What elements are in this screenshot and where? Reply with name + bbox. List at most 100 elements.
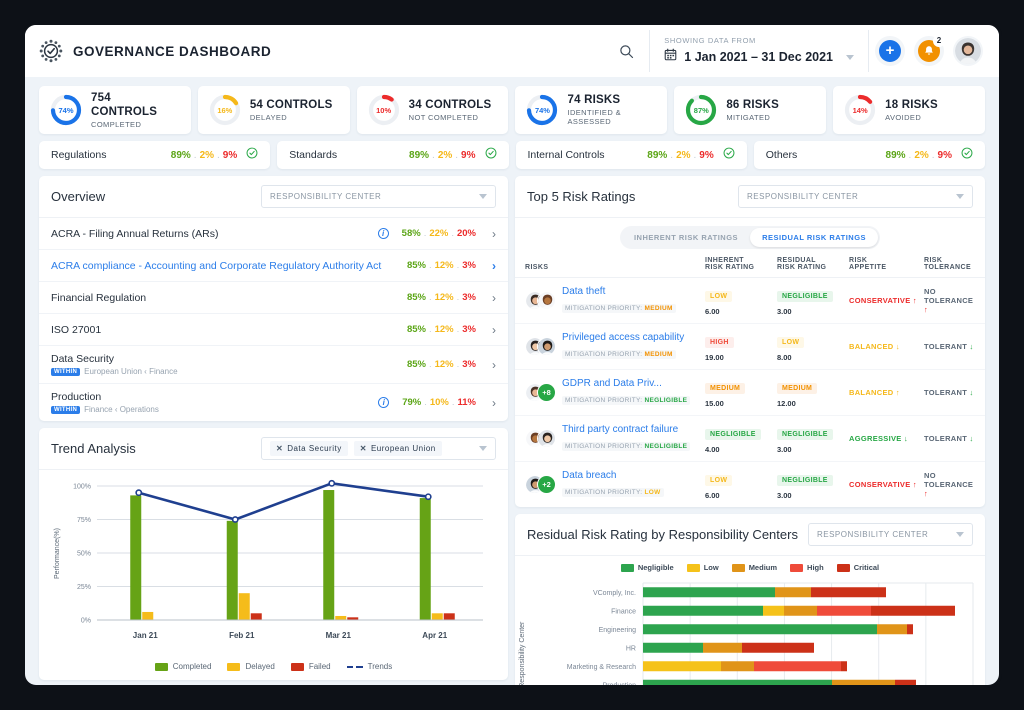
risk-select-value: RESPONSIBILITY CENTER: [747, 192, 950, 201]
date-range-picker[interactable]: SHOWING DATA FROM 1 Jan 2021: [649, 30, 869, 72]
residual-risk-rating: MEDIUM12.00: [777, 377, 849, 408]
compliance-green: 89%: [886, 150, 906, 161]
overview-row-values: 58%.22%.20%: [402, 228, 476, 239]
chevron-down-icon: [956, 194, 964, 199]
y-tick: 50%: [77, 551, 91, 558]
header-actions: + 2: [875, 36, 995, 66]
close-icon[interactable]: ✕: [276, 444, 283, 453]
search-icon[interactable]: [609, 34, 643, 68]
legend-item: Medium: [732, 563, 777, 572]
risk-table-row[interactable]: +2Data breachMITIGATION PRIORITY: LOWLOW…: [515, 462, 985, 507]
chevron-right-icon[interactable]: ›: [492, 227, 496, 241]
kpi-card[interactable]: 87%86 RISKSMITIGATED: [674, 86, 826, 134]
overview-row-values: 85%.12%.3%: [407, 359, 476, 370]
compliance-name: Regulations: [51, 149, 171, 161]
check-circle-icon: [961, 146, 973, 164]
kpi-card[interactable]: 74%74 RISKSIDENTIFIED & ASSESSED: [515, 86, 667, 134]
legend-swatch: [621, 564, 634, 572]
overview-row-path: WITHINEuropean Union ‹ Finance: [51, 367, 399, 376]
risk-responsibility-center-select[interactable]: RESPONSIBILITY CENTER: [738, 185, 973, 208]
compliance-amber: 2%: [676, 150, 690, 161]
check-circle-icon: [246, 146, 258, 164]
trend-filter-select[interactable]: ✕Data Security ✕European Union: [261, 437, 496, 460]
compliance-card[interactable]: Internal Controls89%.2%.9%: [516, 141, 747, 169]
info-icon[interactable]: i: [378, 397, 389, 408]
compliance-card[interactable]: Others89%.2%.9%: [754, 141, 985, 169]
overview-row[interactable]: ProductionWITHINFinance ‹ Operationsi79%…: [39, 384, 508, 421]
info-icon[interactable]: i: [378, 228, 389, 239]
legend-label: Trends: [368, 662, 393, 671]
avatar-overflow-count[interactable]: +2: [537, 475, 556, 494]
residual-responsibility-center-select[interactable]: RESPONSIBILITY CENTER: [808, 523, 973, 546]
residual-chart: Responsibility CenterVComply, Inc.Financ…: [515, 577, 985, 688]
avatar: [537, 429, 556, 448]
overview-row-path: WITHINFinance ‹ Operations: [51, 405, 370, 414]
chevron-down-icon[interactable]: [846, 55, 854, 60]
compliance-amber: 2%: [438, 150, 452, 161]
overview-row[interactable]: Financial Regulation85%.12%.3%›: [39, 282, 508, 314]
trend-legend: CompletedDelayedFailedTrends: [39, 655, 508, 680]
user-avatar[interactable]: [953, 36, 983, 66]
chevron-right-icon[interactable]: ›: [492, 259, 496, 273]
mitigation-priority: MITIGATION PRIORITY: MEDIUM: [562, 304, 676, 313]
residual-bar-segment: [643, 680, 832, 688]
category-label: Marketing & Research: [567, 664, 636, 671]
overview-row-values: 85%.12%.3%: [407, 324, 476, 335]
overview-responsibility-center-select[interactable]: RESPONSIBILITY CENTER: [261, 185, 496, 208]
risk-table-row[interactable]: Privileged access capabilityMITIGATION P…: [515, 324, 985, 370]
risk-name[interactable]: Third party contract failure: [562, 424, 690, 435]
kpi-donut-chart: 10%: [368, 94, 400, 126]
risk-appetite: CONSERVATIVE ↑: [849, 480, 924, 489]
kpi-percent: 74%: [526, 94, 558, 126]
chevron-right-icon[interactable]: ›: [492, 291, 496, 305]
residual-bar-segment: [643, 624, 877, 634]
risk-rating-tab[interactable]: INHERENT RISK RATINGS: [622, 228, 750, 247]
col-appetite: RISKAPPETITE: [849, 257, 924, 271]
y-tick: 0%: [81, 618, 91, 625]
risk-rating-tab[interactable]: RESIDUAL RISK RATINGS: [750, 228, 878, 247]
legend-label: Low: [704, 563, 719, 572]
legend-swatch: [291, 663, 304, 671]
risk-name[interactable]: Data breach: [562, 470, 664, 481]
overview-row[interactable]: ISO 2700185%.12%.3%›: [39, 314, 508, 346]
compliance-card[interactable]: Standards89%.2%.9%: [277, 141, 508, 169]
trend-filter-chip[interactable]: ✕European Union: [354, 441, 442, 456]
kpi-card[interactable]: 16%54 CONTROLSDELAYED: [198, 86, 350, 134]
risk-table-row[interactable]: Third party contract failureMITIGATION P…: [515, 416, 985, 462]
avatar-overflow-count[interactable]: +8: [537, 383, 556, 402]
risk-name[interactable]: Privileged access capability: [562, 332, 684, 343]
kpi-donut-chart: 16%: [209, 94, 241, 126]
overview-row[interactable]: ACRA - Filing Annual Returns (ARs)i58%.2…: [39, 218, 508, 250]
overview-row[interactable]: ACRA compliance - Accounting and Corpora…: [39, 250, 508, 282]
kpi-card[interactable]: 10%34 CONTROLSNOT COMPLETED: [357, 86, 509, 134]
date-range-label: SHOWING DATA FROM: [664, 36, 854, 45]
chevron-right-icon[interactable]: ›: [492, 323, 496, 337]
risk-header: Top 5 Risk Ratings RESPONSIBILITY CENTER: [515, 176, 985, 218]
risk-table-row[interactable]: Data theftMITIGATION PRIORITY: MEDIUMLOW…: [515, 278, 985, 324]
risk-appetite: CONSERVATIVE ↑: [849, 296, 924, 305]
risk-name[interactable]: Data theft: [562, 286, 676, 297]
kpi-card[interactable]: 14%18 RISKSAVOIDED: [833, 86, 985, 134]
overview-row[interactable]: Data SecurityWITHINEuropean Union ‹ Fina…: [39, 346, 508, 384]
legend-item: Negligible: [621, 563, 674, 572]
close-icon[interactable]: ✕: [360, 444, 367, 453]
risk-name[interactable]: GDPR and Data Priv...: [562, 378, 690, 389]
trend-filter-chip[interactable]: ✕Data Security: [270, 441, 348, 456]
col-inherent: INHERENTRISK RATING: [705, 257, 777, 271]
risk-table-row[interactable]: +8GDPR and Data Priv...MITIGATION PRIORI…: [515, 370, 985, 416]
add-button[interactable]: +: [875, 36, 905, 66]
kpi-card[interactable]: 74%754 CONTROLSCOMPLETED: [39, 86, 191, 134]
compliance-card[interactable]: Regulations89%.2%.9%: [39, 141, 270, 169]
residual-bar-segment: [895, 680, 916, 688]
kpi-donut-chart: 74%: [526, 94, 558, 126]
category-label: Production: [603, 682, 637, 688]
legend-label: Negligible: [638, 563, 674, 572]
trend-bar: [444, 613, 455, 620]
category-label: VComply, Inc.: [593, 590, 636, 597]
legend-item: Critical: [837, 563, 879, 572]
page-title: GOVERNANCE DASHBOARD: [73, 44, 271, 59]
chevron-right-icon[interactable]: ›: [492, 396, 496, 410]
col-residual: RESIDUALRISK RATING: [777, 257, 849, 271]
notifications-button[interactable]: 2: [914, 36, 944, 66]
chevron-right-icon[interactable]: ›: [492, 358, 496, 372]
